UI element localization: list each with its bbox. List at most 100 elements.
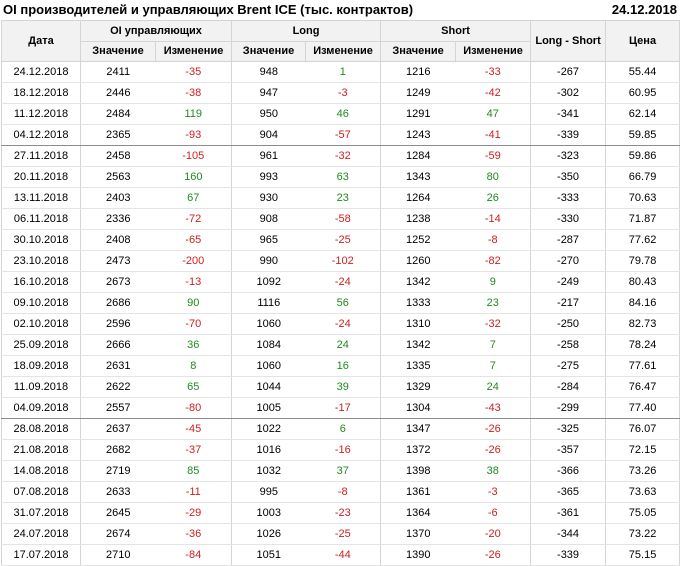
cell-date: 18.12.2018 [1, 82, 81, 104]
cell-date: 04.12.2018 [1, 124, 81, 146]
cell-oi-value: 2365 [80, 124, 156, 146]
report-date: 24.12.2018 [611, 2, 677, 17]
cell-oi-value: 2473 [80, 250, 156, 272]
cell-date: 11.12.2018 [1, 103, 81, 125]
cell-long-value: 1060 [231, 313, 306, 335]
cell-long-change: -32 [305, 145, 381, 167]
cell-oi-change: -93 [155, 124, 232, 146]
cell-date: 14.08.2018 [1, 460, 81, 482]
cell-oi-value: 2408 [80, 229, 156, 251]
cell-short-change: 80 [455, 166, 531, 188]
table-row: 31.07.2018 2645 -29 1003 -23 1364 -6 -361 75.05 [1, 502, 680, 524]
cell-oi-change: -65 [155, 229, 232, 251]
cell-price: 80.43 [605, 271, 680, 293]
cell-oi-value: 2666 [80, 334, 156, 356]
cell-long-change: 24 [305, 334, 381, 356]
cell-long-value: 930 [231, 187, 306, 209]
cell-long-minus-short: -350 [530, 166, 606, 188]
cell-oi-value: 2446 [80, 82, 156, 104]
cell-long-change: -17 [305, 397, 381, 419]
cell-short-value: 1347 [380, 418, 456, 440]
cell-long-minus-short: -284 [530, 376, 606, 398]
header-row-groups: Дата OI управляющих Long Short Long - Sh… [1, 20, 680, 62]
cell-long-value: 961 [231, 145, 306, 167]
cell-price: 72.15 [605, 439, 680, 461]
report-header: OI производителей и управляющих Brent IC… [0, 0, 680, 20]
cell-short-value: 1364 [380, 502, 456, 524]
cot-table: Дата OI управляющих Long Short Long - Sh… [1, 20, 680, 566]
cell-oi-value: 2484 [80, 103, 156, 125]
cell-price: 71.87 [605, 208, 680, 230]
cell-short-value: 1284 [380, 145, 456, 167]
cell-long-value: 1026 [231, 523, 306, 545]
cell-long-change: 6 [305, 418, 381, 440]
cell-long-minus-short: -339 [530, 124, 606, 146]
cell-oi-change: 90 [155, 292, 232, 314]
cell-long-minus-short: -250 [530, 313, 606, 335]
cell-oi-change: -35 [155, 61, 232, 83]
cell-long-value: 1032 [231, 460, 306, 482]
cell-long-minus-short: -299 [530, 397, 606, 419]
cell-date: 30.10.2018 [1, 229, 81, 251]
cell-oi-value: 2674 [80, 523, 156, 545]
cell-price: 59.86 [605, 145, 680, 167]
cell-long-minus-short: -357 [530, 439, 606, 461]
cell-date: 07.08.2018 [1, 481, 81, 503]
cell-date: 13.11.2018 [1, 187, 81, 209]
cell-short-value: 1370 [380, 523, 456, 545]
cell-short-change: -59 [455, 145, 531, 167]
cell-long-change: -24 [305, 313, 381, 335]
cell-long-change: 23 [305, 187, 381, 209]
cell-short-value: 1216 [380, 61, 456, 83]
cell-long-value: 948 [231, 61, 306, 83]
report-title: OI производителей и управляющих Brent IC… [3, 2, 414, 17]
table-row: 14.08.2018 2719 85 1032 37 1398 38 -366 73.26 [1, 460, 680, 482]
cell-oi-value: 2403 [80, 187, 156, 209]
col-header-short-value: Значение [380, 41, 457, 62]
cell-oi-change: -70 [155, 313, 232, 335]
table-row: 13.11.2018 2403 67 930 23 1264 26 -333 70.63 [1, 187, 680, 209]
cell-price: 60.95 [605, 82, 680, 104]
cell-long-minus-short: -361 [530, 502, 606, 524]
cell-price: 75.05 [605, 502, 680, 524]
cell-short-value: 1398 [380, 460, 456, 482]
cell-short-value: 1252 [380, 229, 456, 251]
cell-date: 25.09.2018 [1, 334, 81, 356]
cell-short-value: 1361 [380, 481, 456, 503]
cell-short-change: 23 [455, 292, 531, 314]
col-header-oi-change: Изменение [154, 41, 233, 62]
cell-short-change: -6 [455, 502, 531, 524]
cell-long-minus-short: -325 [530, 418, 606, 440]
cell-long-value: 1044 [231, 376, 306, 398]
cell-long-change: -24 [305, 271, 381, 293]
col-header-long-value: Значение [231, 41, 307, 62]
cell-long-minus-short: -270 [530, 250, 606, 272]
cell-long-value: 1116 [231, 292, 306, 314]
cell-oi-change: 8 [155, 355, 232, 377]
cell-price: 84.16 [605, 292, 680, 314]
col-header-long-change: Изменение [305, 41, 382, 62]
cell-long-minus-short: -365 [530, 481, 606, 503]
cell-long-minus-short: -267 [530, 61, 606, 83]
cell-long-change: 46 [305, 103, 381, 125]
cell-short-change: -43 [455, 397, 531, 419]
cell-oi-value: 2637 [80, 418, 156, 440]
cell-long-change: -57 [305, 124, 381, 146]
cell-short-change: 26 [455, 187, 531, 209]
cell-long-minus-short: -258 [530, 334, 606, 356]
cell-long-value: 1060 [231, 355, 306, 377]
cell-short-value: 1243 [380, 124, 456, 146]
cell-date: 23.10.2018 [1, 250, 81, 272]
cell-long-minus-short: -344 [530, 523, 606, 545]
col-header-oi-value: Значение [80, 41, 156, 62]
cell-short-change: -26 [455, 439, 531, 461]
cell-short-change: -41 [455, 124, 531, 146]
cell-long-value: 965 [231, 229, 306, 251]
cell-long-value: 993 [231, 166, 306, 188]
col-header-oi-group: OI управляющих [79, 20, 233, 42]
cell-price: 62.14 [605, 103, 680, 125]
cell-oi-value: 2563 [80, 166, 156, 188]
table-row: 04.12.2018 2365 -93 904 -57 1243 -41 -339 59.85 [1, 124, 680, 146]
cell-date: 24.07.2018 [1, 523, 81, 545]
cell-short-value: 1291 [380, 103, 456, 125]
